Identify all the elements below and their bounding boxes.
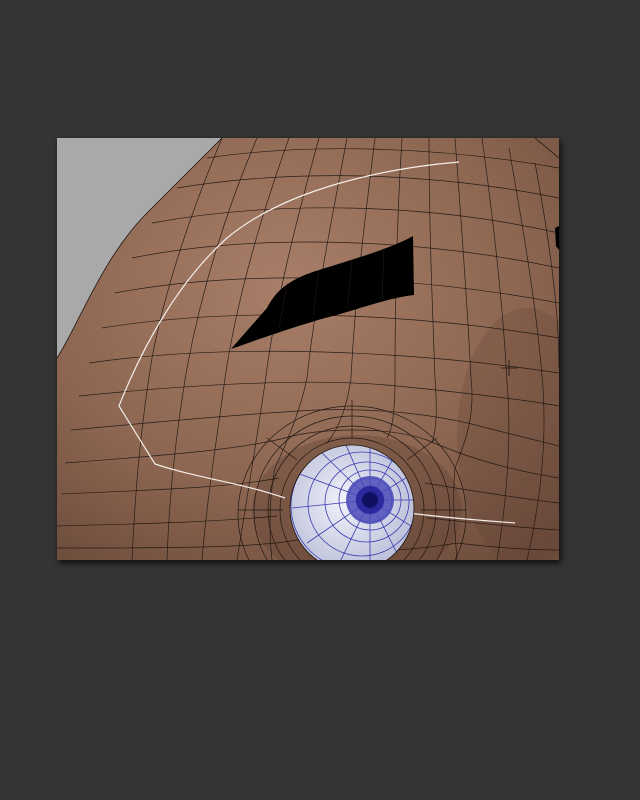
canvas [0, 0, 640, 800]
3d-viewport[interactable] [57, 138, 559, 560]
pupil [362, 492, 378, 508]
viewport-render[interactable] [57, 138, 559, 560]
